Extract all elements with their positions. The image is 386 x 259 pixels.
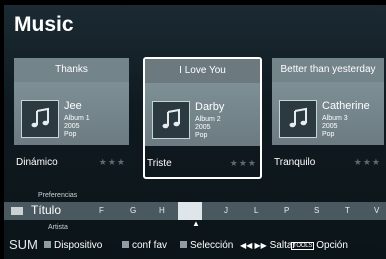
sum-label: SUM (9, 237, 38, 252)
card-album: Album 1 (64, 115, 90, 122)
card-artist: Catherine (322, 100, 370, 112)
jump-letter-h[interactable]: H (159, 206, 165, 215)
card-artist: Darby (195, 101, 225, 113)
card-mood: Dinámico (16, 157, 58, 168)
music-note-icon (279, 100, 317, 138)
conf-fav-label: conf fav (132, 240, 168, 251)
jump-letter-f[interactable]: F (99, 206, 104, 215)
sort-option-below[interactable]: Artista (48, 224, 68, 231)
card-year: 2005 (195, 124, 211, 131)
music-screen: Music Thanks Jee Album 1 2005 Pop Dinámi… (4, 5, 386, 259)
device-button[interactable]: Dispositivo (44, 240, 102, 251)
card-artist: Jee (64, 100, 82, 112)
music-note-icon (21, 100, 59, 138)
card-title: Thanks (14, 58, 129, 82)
tools-option-button[interactable]: TOOLS Opción (291, 240, 348, 251)
card-title: Better than yesterday (272, 58, 384, 82)
music-note-icon (152, 101, 190, 139)
card-year: 2005 (64, 123, 80, 130)
music-card-thanks[interactable]: Thanks Jee Album 1 2005 Pop Dinámico ★★★ (14, 58, 129, 176)
square-icon (180, 241, 187, 248)
card-title: I Love You (145, 59, 260, 83)
jump-letter-v[interactable]: V (374, 206, 379, 215)
sort-bar: Título F G H I J L P S T V (4, 202, 386, 220)
card-mood: Triste (147, 158, 172, 169)
music-card-better-than-yesterday[interactable]: Better than yesterday Catherine Album 3 … (272, 58, 384, 176)
card-year: 2005 (322, 123, 338, 130)
card-body: Catherine Album 3 2005 Pop (272, 82, 384, 145)
option-label: Opción (316, 240, 348, 251)
device-label: Dispositivo (54, 240, 103, 251)
square-icon (44, 241, 51, 248)
card-genre: Pop (64, 131, 77, 138)
jump-letter-t[interactable]: T (345, 206, 350, 215)
page-title: Music (14, 13, 74, 36)
selection-label: Selección (190, 240, 234, 251)
rating-stars: ★★★ (353, 157, 381, 167)
square-icon (122, 241, 129, 248)
skip-button[interactable]: ◀◀ ▶▶ Saltar (240, 240, 296, 251)
sort-current[interactable]: Título (31, 203, 61, 217)
skip-arrows-icon: ◀◀ ▶▶ (240, 241, 267, 250)
selection-button[interactable]: Selección (180, 240, 233, 251)
rating-stars: ★★★ (98, 157, 126, 167)
jump-letter-l[interactable]: L (254, 206, 258, 215)
sort-option-above[interactable]: Preferencias (38, 192, 77, 199)
jump-letter-p[interactable]: P (284, 206, 289, 215)
jump-letter-i[interactable]: I (178, 202, 202, 220)
jump-letter-g[interactable]: G (130, 206, 136, 215)
jump-letter-j[interactable]: J (224, 206, 228, 215)
rating-stars: ★★★ (229, 158, 257, 168)
music-card-i-love-you[interactable]: I Love You Darby Album 2 2005 Pop Triste… (143, 57, 262, 179)
card-body: Jee Album 1 2005 Pop (14, 82, 129, 145)
card-album: Album 3 (322, 115, 348, 122)
card-genre: Pop (195, 132, 208, 139)
conf-fav-button[interactable]: conf fav (122, 240, 167, 251)
footer-bar: SUM Dispositivo conf fav Selección ◀◀ ▶▶… (4, 234, 386, 256)
card-genre: Pop (322, 131, 335, 138)
card-album: Album 2 (195, 116, 221, 123)
letter-pointer-icon: ▲ (192, 219, 200, 228)
sort-menu-icon (11, 207, 23, 215)
tools-badge: TOOLS (291, 242, 315, 250)
card-body: Darby Album 2 2005 Pop (145, 83, 260, 146)
jump-letter-s[interactable]: S (314, 206, 319, 215)
card-mood: Tranquilo (274, 157, 316, 168)
